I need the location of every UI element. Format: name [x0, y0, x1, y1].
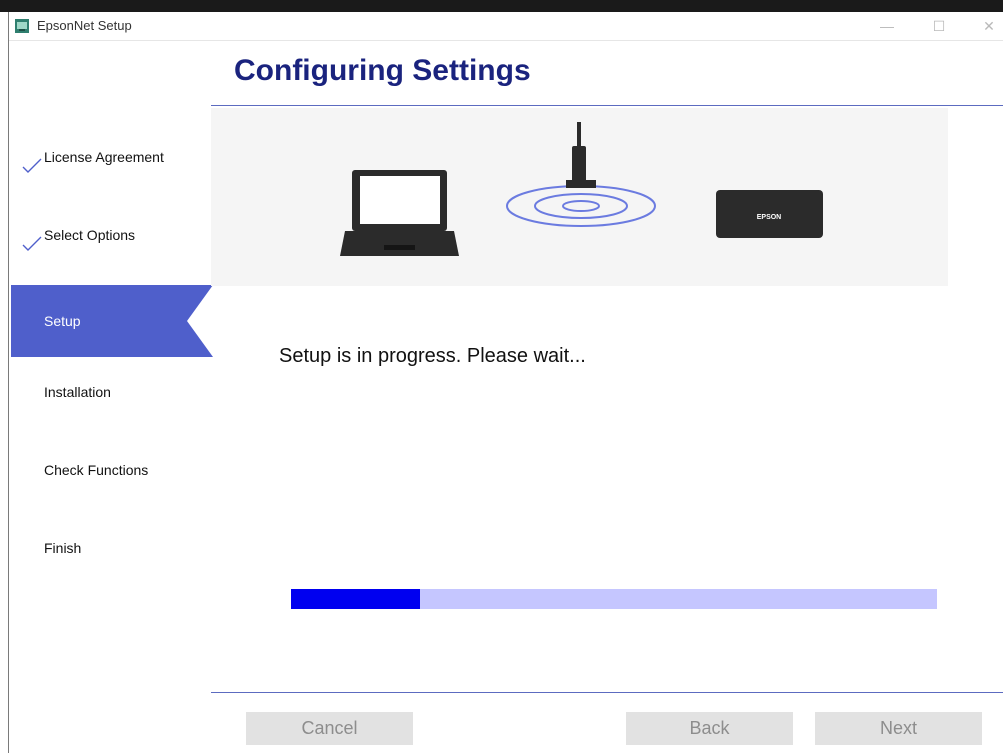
app-icon — [15, 19, 29, 33]
step-label: License Agreement — [44, 149, 164, 165]
background-app-strip — [0, 0, 1003, 12]
check-icon — [22, 158, 42, 173]
sidebar-step-finish: Finish — [11, 512, 213, 584]
page-title: Configuring Settings — [234, 54, 531, 87]
sidebar-step-check-functions: Check Functions — [11, 434, 213, 506]
window-title: EpsonNet Setup — [37, 18, 132, 33]
laptop-icon — [340, 170, 459, 256]
sidebar-step-setup: Setup — [11, 285, 213, 357]
progress-bar-fill — [291, 589, 421, 609]
printer-brand-text: EPSON — [757, 214, 782, 221]
connection-illustration: EPSON — [211, 108, 948, 286]
setup-window: EpsonNet Setup — ☐ ✕ Configuring Setting… — [8, 12, 1003, 753]
step-label: Setup — [44, 313, 81, 329]
wireless-router-icon — [506, 122, 656, 227]
printer-icon: EPSON — [716, 190, 823, 238]
step-label: Select Options — [44, 227, 136, 243]
next-button[interactable]: Next — [815, 712, 982, 745]
step-label: Check Functions — [44, 462, 149, 478]
status-message: Setup is in progress. Please wait... — [279, 345, 586, 367]
check-icon — [22, 236, 42, 251]
title-bar: EpsonNet Setup — ☐ ✕ — [9, 12, 1003, 41]
minimize-button[interactable]: — — [867, 16, 907, 36]
cancel-button[interactable]: Cancel — [246, 712, 413, 745]
sidebar-step-installation: Installation — [11, 356, 213, 428]
close-button[interactable]: ✕ — [969, 16, 1003, 36]
step-label: Finish — [44, 540, 82, 556]
footer-divider — [211, 692, 1003, 693]
progress-bar — [291, 589, 937, 609]
step-label: Installation — [44, 384, 111, 400]
sidebar-step-select-options: Select Options — [11, 199, 213, 271]
active-step-notch — [187, 285, 213, 357]
steps-sidebar: License Agreement Select Options Setup I… — [11, 107, 213, 627]
title-divider — [211, 105, 1003, 106]
back-button[interactable]: Back — [626, 712, 793, 745]
sidebar-step-license-agreement: License Agreement — [11, 121, 213, 193]
maximize-button[interactable]: ☐ — [919, 16, 959, 36]
